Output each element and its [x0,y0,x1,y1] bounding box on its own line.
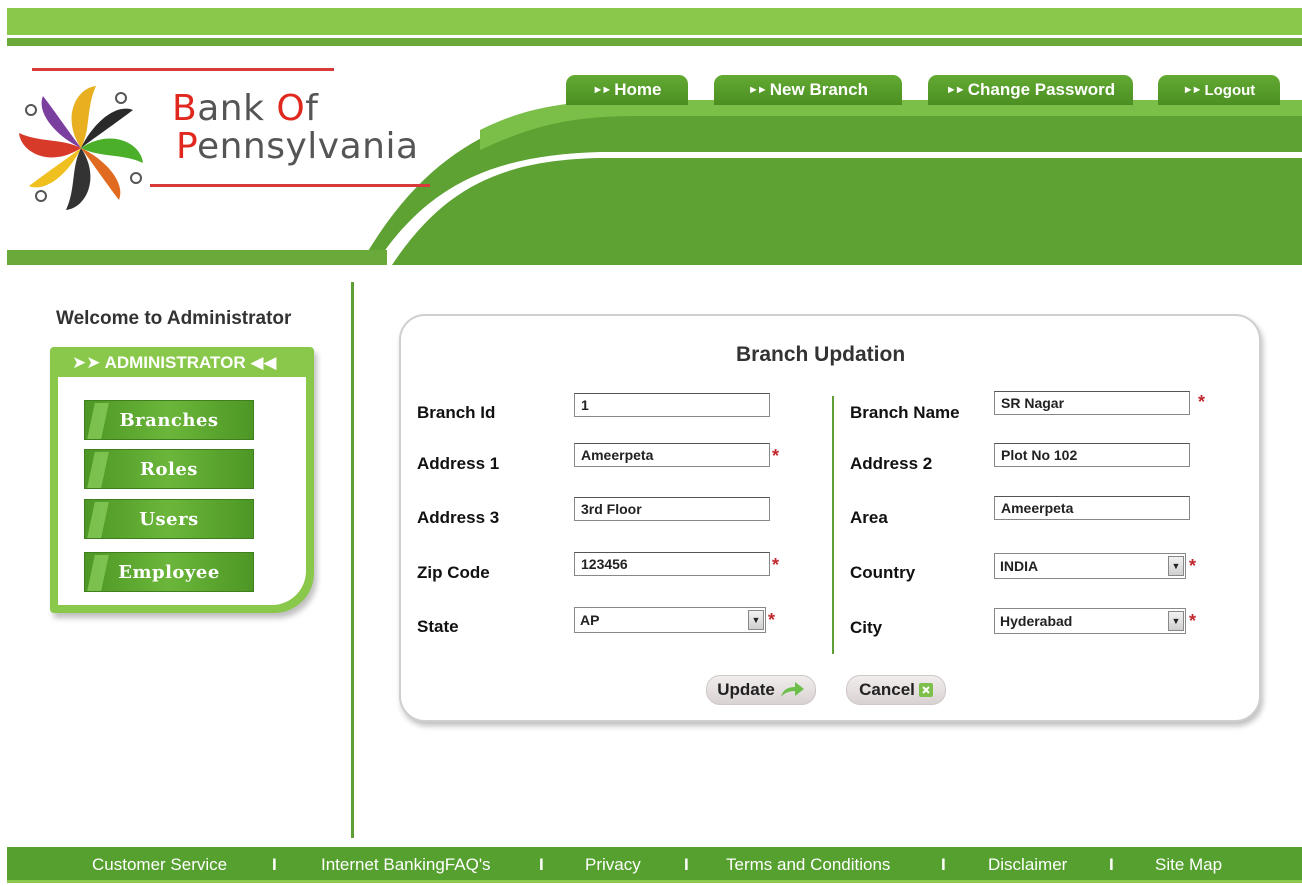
dropdown-arrow-icon[interactable]: ▼ [1168,556,1184,576]
admin-menu-title: ➤➤ ADMINISTRATOR ◀◀ [72,353,277,372]
welcome-heading: Welcome to Administrator [56,308,292,329]
required-marker: * [768,610,776,630]
nav-tab-new-branch[interactable]: ►► New Branch [714,75,902,105]
state-label: State [417,617,459,636]
footer-link-customer-service[interactable]: Customer Service [92,855,227,875]
footer-separator: I [539,855,544,874]
area-label: Area [850,508,888,527]
dropdown-arrow-icon[interactable]: ▼ [748,610,764,630]
double-chevron-right-icon: ►► [592,84,612,96]
country-label: Country [850,563,916,582]
footer-link-terms[interactable]: Terms and Conditions [726,855,890,875]
required-marker: * [1189,556,1197,576]
required-marker: * [772,555,780,575]
required-marker: * [1189,611,1197,631]
double-chevron-left-icon: ◀◀ [250,353,277,372]
double-chevron-right-icon: ►► [1182,84,1203,96]
branch-name-label: Branch Name [850,403,960,422]
footer-separator: I [272,855,277,874]
footer-link-site-map[interactable]: Site Map [1155,855,1222,875]
footer-link-privacy[interactable]: Privacy [585,855,641,875]
footer-underline [7,880,1302,883]
content-divider [351,282,354,838]
sidebar-item-branches[interactable]: Branches [84,400,254,440]
double-chevron-right-icon: ►► [945,84,966,96]
close-icon [918,683,933,697]
required-marker: * [772,446,780,466]
logo-bottom-rule [150,184,430,187]
address2-label: Address 2 [850,454,933,473]
branch-id-input[interactable] [574,393,770,417]
address1-input[interactable] [574,443,770,467]
form-title: Branch Updation [736,343,906,366]
sidebar-item-employee[interactable]: Employee [84,552,254,592]
footer-separator: I [684,855,689,874]
update-button[interactable]: Update [706,675,816,705]
form-column-divider [832,396,834,654]
logo-top-rule [32,68,334,71]
curved-arrow-right-icon [780,682,804,697]
address3-label: Address 3 [417,508,500,527]
branch-name-input[interactable] [994,391,1190,415]
footer-link-disclaimer[interactable]: Disclaimer [988,855,1067,875]
address1-label: Address 1 [417,454,500,473]
nav-tab-home[interactable]: ►► Home [566,75,688,105]
footer-link-faq[interactable]: Internet BankingFAQ's [321,855,491,875]
zip-code-input[interactable] [574,552,770,576]
dropdown-arrow-icon[interactable]: ▼ [1168,611,1184,631]
city-label: City [850,618,883,637]
bank-logo-icon [19,86,143,210]
footer-separator: I [941,855,946,874]
brand-name-line1: Bank Of [172,88,319,129]
brand-name-line2: Pennsylvania [176,126,419,167]
sidebar-item-users[interactable]: Users [84,499,254,539]
double-chevron-right-icon: ►► [747,84,768,96]
state-select[interactable]: AP ▼ [574,607,766,633]
nav-tab-change-password[interactable]: ►► Change Password [928,75,1133,105]
address2-input[interactable] [994,443,1190,467]
required-marker: * [1198,392,1206,412]
cancel-button[interactable]: Cancel [846,675,946,705]
sidebar-item-roles[interactable]: Roles [84,449,254,489]
city-select[interactable]: Hyderabad ▼ [994,608,1186,634]
branch-id-label: Branch Id [417,403,496,422]
area-input[interactable] [994,496,1190,520]
country-select[interactable]: INDIA ▼ [994,553,1186,579]
nav-tab-logout[interactable]: ►► Logout [1158,75,1280,105]
top-banner-stripe [7,8,1302,35]
footer-separator: I [1109,855,1114,874]
double-chevron-right-icon: ➤➤ [72,353,101,372]
zip-code-label: Zip Code [417,563,490,582]
top-banner-line [7,38,1302,46]
address3-input[interactable] [574,497,770,521]
